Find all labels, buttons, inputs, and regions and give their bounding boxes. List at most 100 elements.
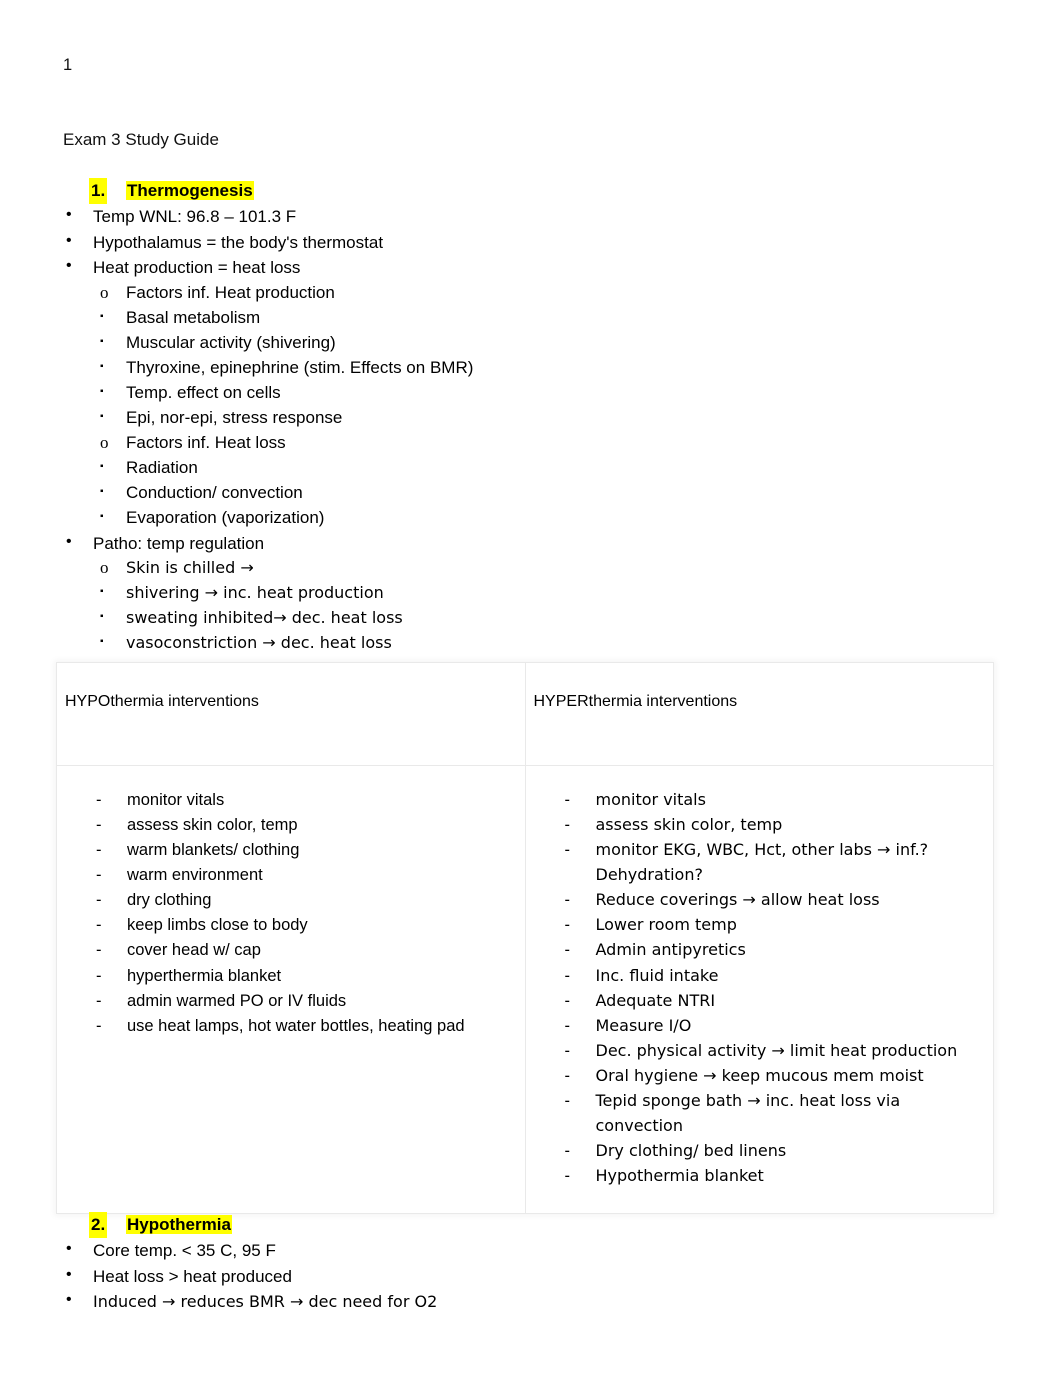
list-item-text: sweating inhibited→ dec. heat loss	[126, 608, 403, 628]
list-item: o Factors inf. Heat loss	[100, 431, 1003, 456]
dash-bullet-icon: -	[96, 966, 102, 985]
bullet-list-level3: o Factors inf. Heat production	[63, 281, 1003, 306]
list-item: - Admin antipyretics	[565, 938, 986, 963]
list-item: - monitor EKG, WBC, Hct, other labs → inf…	[565, 838, 986, 888]
dash-bullet-icon: -	[564, 991, 571, 1010]
bullet-square-icon: ▪	[100, 335, 104, 347]
list-item: - assess skin color, temp	[565, 813, 986, 838]
list-item: - dry clothing	[96, 888, 517, 913]
bullet-list-level4: ▪ Radiation ▪ Conduction/ convection ▪ E…	[63, 456, 1003, 531]
list-item: - Oral hygiene → keep mucous mem moist	[565, 1064, 986, 1089]
dash-bullet-icon: -	[564, 941, 571, 960]
dash-bullet-icon: -	[96, 941, 102, 960]
outline-section-1: 1. Thermogenesis • Temp WNL: 96.8 – 101.…	[63, 178, 1003, 656]
list-item: - Lower room temp	[565, 913, 986, 938]
list-item: ▪ Epi, nor-epi, stress response	[100, 406, 1003, 431]
list-item-text: Epi, nor-epi, stress response	[126, 407, 343, 427]
list-item: - Adequate NTRI	[565, 989, 986, 1014]
list-item: • Core temp. < 35 C, 95 F	[66, 1238, 1003, 1264]
list-item-text: Dec. physical activity → limit heat prod…	[595, 1040, 958, 1060]
table-header-cell-hyperthermia: HYPERthermia interventions	[524, 662, 994, 766]
dash-bullet-icon: -	[96, 866, 102, 885]
list-item-text: dry clothing	[127, 891, 212, 910]
page-number: 1	[63, 56, 73, 74]
list-item: - assess skin color, temp	[96, 813, 517, 838]
list-item: • Temp WNL: 96.8 – 101.3 F	[66, 204, 1003, 230]
list-item-text: Heat loss > heat produced	[93, 1266, 292, 1286]
list-item-text: keep limbs close to body	[127, 916, 308, 935]
dash-bullet-icon: -	[564, 1142, 571, 1161]
list-item-text: Adequate NTRI	[595, 990, 716, 1010]
bullet-list-level3: o Factors inf. Heat loss	[63, 431, 1003, 456]
table-body-row: - monitor vitals - assess skin color, temp…	[56, 764, 994, 1215]
dash-bullet-icon: -	[96, 916, 102, 935]
list-item: - Inc. fluid intake	[565, 964, 986, 989]
bullet-circle-icon: o	[100, 558, 109, 578]
list-item-text: Muscular activity (shivering)	[126, 332, 336, 352]
bullet-list-level2: • Patho: temp regulation	[63, 531, 1003, 557]
list-item-text: hyperthermia blanket	[127, 966, 282, 985]
list-item-text: Core temp. < 35 C, 95 F	[93, 1241, 276, 1261]
list-item-text: Factors inf. Heat production	[126, 282, 335, 302]
list-item: - cover head w/ cap	[96, 938, 517, 963]
hyperthermia-intervention-list: - monitor vitals - assess skin color, temp…	[526, 788, 994, 1189]
dash-bullet-icon: -	[564, 791, 571, 809]
section-heading-thermogenesis: 1. Thermogenesis	[89, 178, 1003, 205]
bullet-disc-icon: •	[66, 206, 72, 224]
bullet-list-level4: ▪ shivering → inc. heat production ▪ swe…	[63, 581, 1003, 656]
list-item-text: Hypothermia blanket	[595, 1166, 764, 1186]
table-cell-hyperthermia-interventions: - monitor vitals - assess skin color, temp…	[524, 764, 994, 1215]
section-heading-text: Thermogenesis	[126, 181, 254, 200]
dash-bullet-icon: -	[564, 916, 571, 935]
list-item: - Reduce coverings → allow heat loss	[565, 888, 986, 913]
list-item-text: Heat production = heat loss	[93, 258, 301, 278]
document-page: 1 Exam 3 Study Guide 1. Thermogenesis • …	[0, 0, 1062, 1377]
list-item: ▪ Temp. effect on cells	[100, 381, 1003, 406]
list-item-text: Temp. effect on cells	[126, 382, 281, 402]
list-item-text: Radiation	[126, 457, 198, 477]
bullet-disc-icon: •	[66, 1265, 72, 1283]
bullet-square-icon: ▪	[100, 510, 104, 522]
list-item: ▪ shivering → inc. heat production	[100, 581, 1003, 606]
dash-bullet-icon: -	[96, 816, 102, 835]
list-item-text: warm environment	[127, 866, 263, 885]
list-item-text: warm blankets/ clothing	[127, 841, 300, 860]
hypothermia-intervention-list: - monitor vitals - assess skin color, temp…	[57, 788, 525, 1039]
bullet-square-icon: ▪	[100, 611, 104, 623]
interventions-table: HYPOthermia interventions HYPERthermia i…	[56, 662, 994, 1215]
list-item-text: use heat lamps, hot water bottles, heati…	[127, 1016, 465, 1035]
bullet-disc-icon: •	[66, 231, 72, 249]
numbered-list: 1. Thermogenesis	[63, 178, 1003, 205]
bullet-square-icon: ▪	[100, 410, 104, 422]
bullet-disc-icon: •	[66, 532, 72, 550]
list-item: ▪ vasoconstriction → dec. heat loss	[100, 631, 1003, 656]
list-item: - Dec. physical activity → limit heat pro…	[565, 1039, 986, 1064]
list-item-text: Oral hygiene → keep mucous mem moist	[595, 1065, 924, 1085]
list-item-text: monitor EKG, WBC, Hct, other labs → inf.…	[595, 840, 929, 885]
list-item: - Dry clothing/ bed linens	[565, 1139, 986, 1164]
list-item: - monitor vitals	[565, 788, 986, 813]
bullet-square-icon: ▪	[100, 636, 104, 648]
list-item-text: shivering → inc. heat production	[126, 583, 384, 603]
list-item: ▪ sweating inhibited→ dec. heat loss	[100, 606, 1003, 631]
bullet-circle-icon: o	[100, 432, 109, 452]
bullet-list-level3: o Skin is chilled →	[63, 556, 1003, 581]
column-header-text: HYPERthermia interventions	[533, 693, 738, 710]
list-item: - admin warmed PO or IV fluids	[96, 989, 517, 1014]
list-item-text: cover head w/ cap	[127, 941, 261, 960]
dash-bullet-icon: -	[564, 1066, 571, 1085]
list-item-text: assess skin color, temp	[127, 816, 298, 835]
list-item-text: Conduction/ convection	[126, 482, 303, 502]
bullet-square-icon: ▪	[100, 310, 104, 322]
list-item: - hyperthermia blanket	[96, 964, 517, 989]
list-item: - keep limbs close to body	[96, 913, 517, 938]
dash-bullet-icon: -	[564, 816, 571, 835]
list-item-text: Evaporation (vaporization)	[126, 507, 325, 527]
bullet-square-icon: ▪	[100, 385, 104, 397]
bullet-square-icon: ▪	[100, 460, 104, 472]
list-item-text: monitor vitals	[595, 790, 706, 809]
list-item-text: Inc. fluid intake	[595, 965, 719, 985]
list-item: • Heat loss > heat produced	[66, 1264, 1003, 1290]
bullet-square-icon: ▪	[100, 586, 104, 598]
dash-bullet-icon: -	[96, 1016, 102, 1035]
